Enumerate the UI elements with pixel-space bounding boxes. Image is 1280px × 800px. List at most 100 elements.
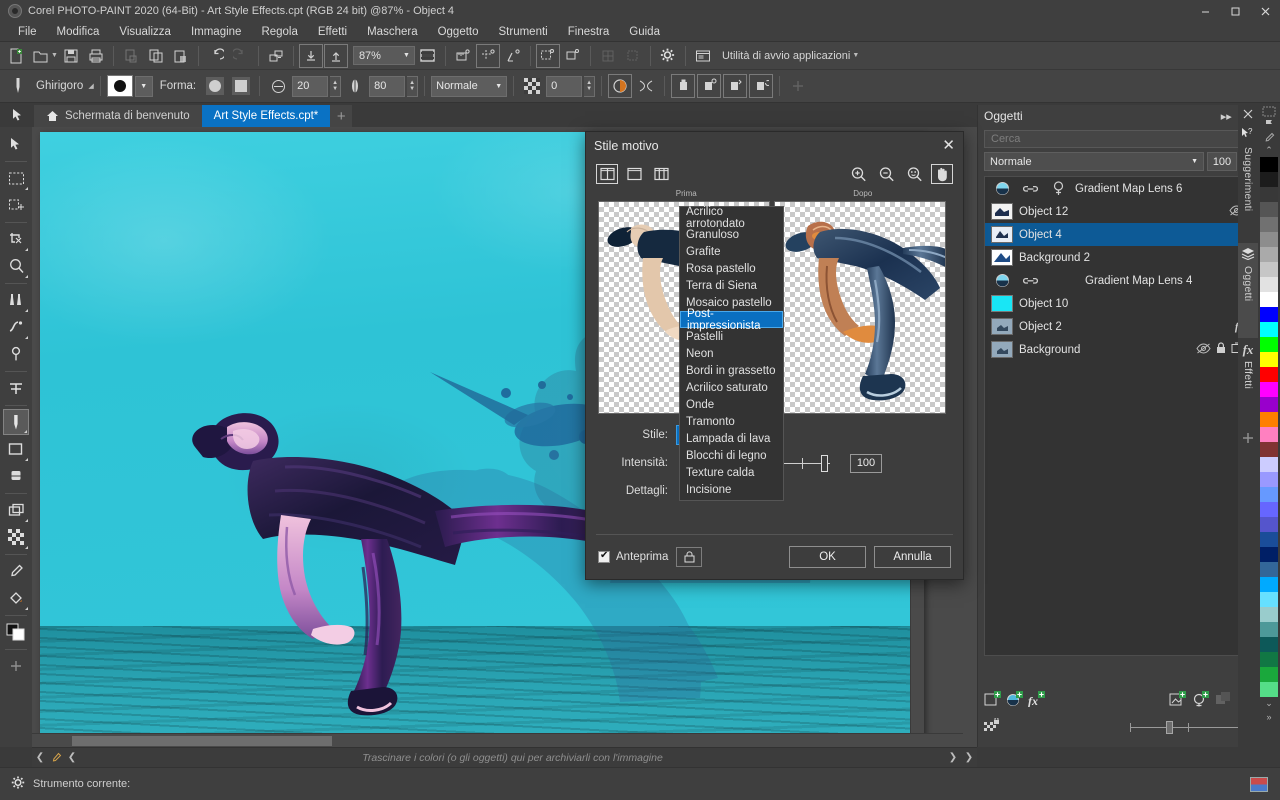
tool-flyout-caret[interactable] [25,607,28,610]
object-row-object-4[interactable]: Object 4 [985,223,1250,246]
maximize-button[interactable] [1220,0,1250,22]
preview-checkbox[interactable]: Anteprima [598,551,668,563]
mask-overlay-button[interactable] [596,44,620,68]
zoom-in-button[interactable] [847,164,869,184]
hidden-eye-icon[interactable] [1196,343,1211,357]
transparency-tool[interactable] [3,524,29,550]
style-option[interactable]: Acrilico arrotondato [680,209,783,226]
checkbox-box[interactable] [598,551,610,563]
menu-maschera[interactable]: Maschera [357,24,428,40]
stile-motivo-dialog[interactable]: Stile motivo ✕ [585,131,964,580]
chevron-down-icon[interactable]: ▼ [495,83,502,90]
palette-swatch-list[interactable] [1260,157,1278,697]
brush-dropdown-caret[interactable]: ◢ [88,82,93,90]
transparency-spinner[interactable]: ▲▼ [407,76,418,97]
palette-swatch[interactable] [1260,277,1278,292]
paint-on-alpha-button[interactable] [608,74,632,98]
round-nib-button[interactable] [203,75,227,97]
object-row-object-2[interactable]: Object 2 fx [985,315,1250,338]
new-document-button[interactable] [4,44,28,68]
tool-flyout-caret[interactable] [25,248,28,251]
lock-preview-button[interactable] [676,547,702,567]
style-option[interactable]: Terra di Siena [680,277,783,294]
clone-tool[interactable] [3,287,29,313]
merge-mode-combo[interactable]: Normale ▼ [431,76,507,97]
link-icon[interactable] [1019,272,1041,289]
menu-strumenti[interactable]: Strumenti [489,24,558,40]
blend-mode-combo[interactable]: Normale ▼ [984,152,1204,171]
snap-mask-button[interactable] [536,44,560,68]
nib-properties-button[interactable] [671,74,695,98]
save-button[interactable] [59,44,83,68]
nib-size-field[interactable]: 20 [292,76,328,97]
color-palette[interactable]: ⌃ ⌄ » [1258,105,1280,767]
rail-tab-oggetti[interactable]: Oggetti [1238,243,1258,338]
palette-swatch[interactable] [1260,637,1278,652]
lock-transparency-icon[interactable] [984,718,1001,737]
tab-welcome-screen[interactable]: Schermata di benvenuto [34,105,202,127]
palette-swatch[interactable] [1260,502,1278,517]
combine-icon[interactable] [1215,691,1232,709]
object-list[interactable]: Gradient Map Lens 6 Object 12 Object 4 [984,176,1251,656]
nib-preview[interactable] [107,75,133,97]
fx-plus-icon[interactable]: fx [1028,691,1046,710]
chevron-down-icon[interactable]: ▼ [852,52,859,59]
palette-no-color-icon[interactable] [1262,105,1276,118]
style-option[interactable]: Incisione [680,481,783,498]
guidelines-button[interactable] [501,44,525,68]
app-launcher-button[interactable] [691,44,715,68]
single-view-button[interactable] [623,164,645,184]
copy-button[interactable] [144,44,168,68]
menu-immagine[interactable]: Immagine [181,24,252,40]
dual-view-button[interactable] [650,164,672,184]
object-from-selection-icon[interactable] [1169,691,1187,710]
nib-dropdown[interactable]: ▼ [135,76,153,97]
object-row-background-2[interactable]: Background 2 [985,246,1250,269]
palette-scroll-up-icon[interactable]: ⌃ [1265,144,1273,157]
palette-swatch[interactable] [1260,247,1278,262]
dialog-close-button[interactable]: ✕ [942,138,955,153]
ok-button[interactable]: OK [789,546,866,568]
close-button[interactable] [1250,0,1280,22]
tool-flyout-caret[interactable] [25,546,28,549]
pick-tool[interactable] [3,131,29,157]
style-option[interactable]: Post-impressionista [680,311,783,328]
palette-swatch[interactable] [1260,517,1278,532]
app-launcher-label-wrap[interactable]: Utilità di avvio applicazioni ▼ [722,50,859,62]
orbits-button[interactable] [749,74,773,98]
palette-swatch[interactable] [1260,547,1278,562]
style-option[interactable]: Neon [680,345,783,362]
zoom-tool[interactable] [3,253,29,279]
rail-add-docker-button[interactable] [1238,423,1258,447]
palette-swatch[interactable] [1260,382,1278,397]
palette-swatch[interactable] [1260,157,1278,172]
palette-swatch[interactable] [1260,202,1278,217]
chevron-down-icon[interactable]: ▼ [403,52,410,59]
stroke-attributes-button[interactable] [697,74,721,98]
palette-expand-icon[interactable]: » [1266,710,1271,723]
palette-scroll-right-icon[interactable]: ❯ [961,748,977,768]
object-row-gradient-map-lens-4[interactable]: Gradient Map Lens 4 [985,269,1250,292]
palette-eyedropper-icon[interactable] [48,748,64,768]
link-icon[interactable] [1019,180,1041,197]
palette-swatch[interactable] [1260,532,1278,547]
style-option[interactable]: Texture calda [680,464,783,481]
options-button[interactable] [656,44,680,68]
menu-regola[interactable]: Regola [251,24,307,40]
style-option[interactable]: Blocchi di legno [680,447,783,464]
lock-icon[interactable] [1216,342,1226,357]
object-row-gradient-map-lens-6[interactable]: Gradient Map Lens 6 [985,177,1250,200]
object-row-object-12[interactable]: Object 12 [985,200,1250,223]
style-option[interactable]: Bordi in grassetto [680,362,783,379]
chevron-down-icon[interactable]: ▼ [1191,158,1198,165]
nib-size-spinner[interactable]: ▲▼ [330,76,341,97]
symmetry-button[interactable] [634,74,658,98]
intensity-slider-knob[interactable] [821,455,828,472]
palette-flag-icon[interactable] [1264,118,1275,131]
eyedropper-tool[interactable] [3,558,29,584]
clip-mask-button[interactable] [621,44,645,68]
palette-swatch[interactable] [1260,217,1278,232]
rail-tab-suggerimenti[interactable]: ? Suggerimenti [1238,123,1258,243]
effect-tool[interactable] [3,314,29,340]
color-swatches[interactable] [3,619,29,645]
